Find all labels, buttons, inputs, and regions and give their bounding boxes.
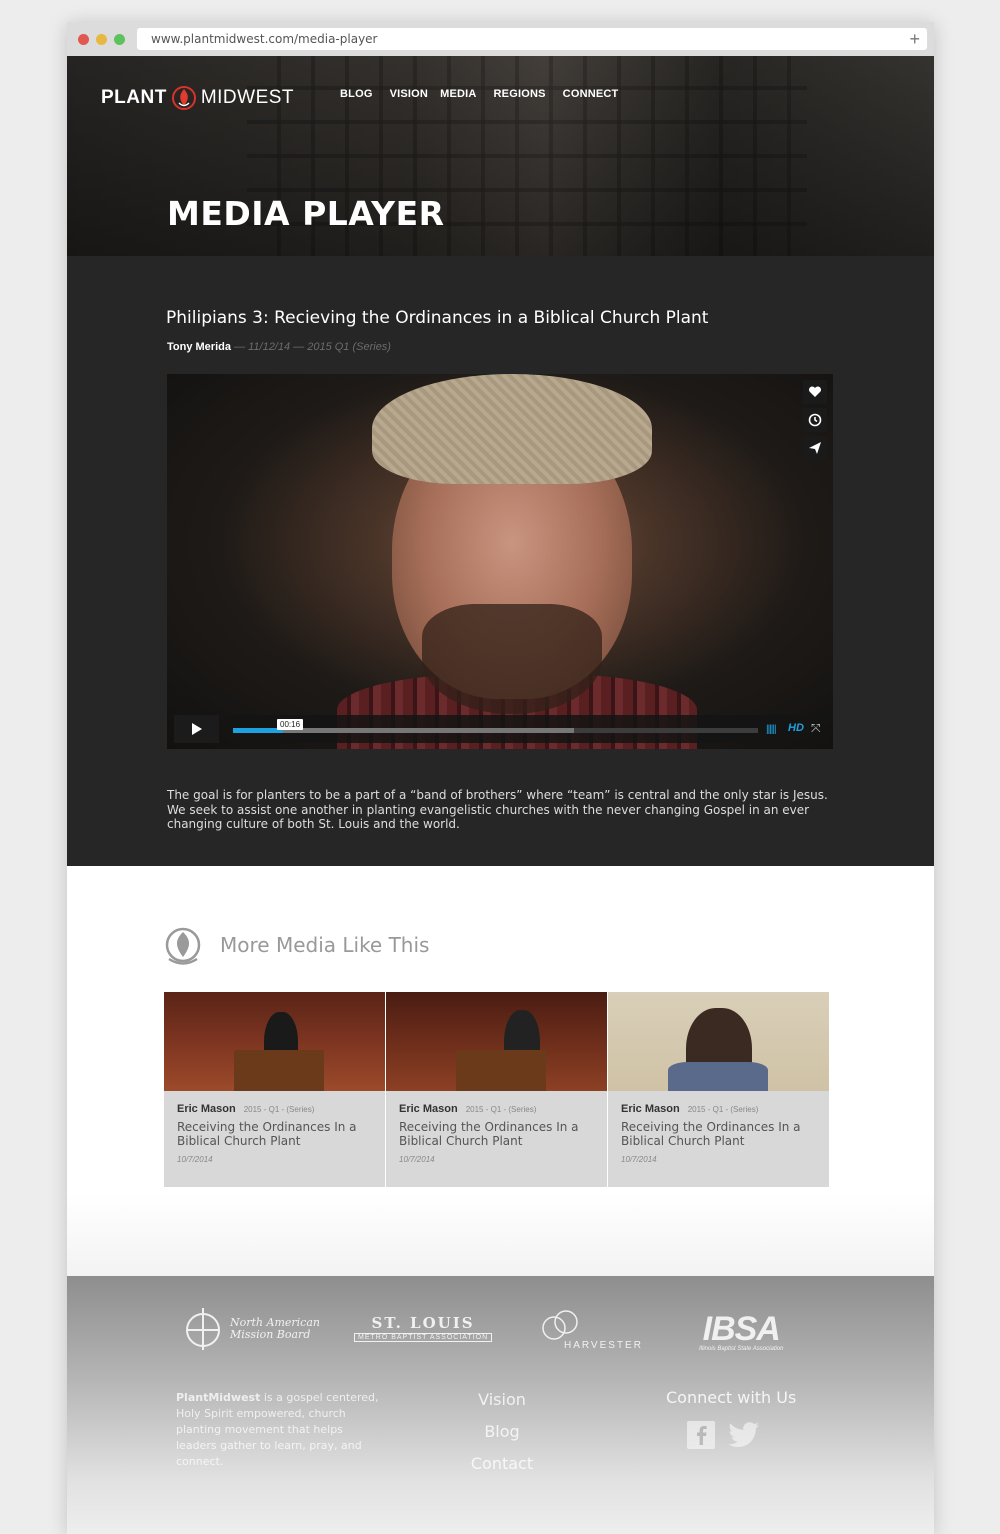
new-tab-button[interactable]: + xyxy=(909,28,920,50)
video-player[interactable]: 00:16 |||||| HD ⤧ xyxy=(167,374,833,749)
page-title: MEDIA PLAYER xyxy=(167,194,445,233)
card-author: Eric Mason xyxy=(621,1103,680,1115)
ibsa-logo[interactable]: IBSA Illinois Baptist State Association xyxy=(699,1310,784,1352)
media-card[interactable]: Eric Mason 2015 - Q1 - (Series) Receiving… xyxy=(608,992,829,1187)
media-meta: Tony Merida — 11/12/14 — 2015 Q1 (Series… xyxy=(167,341,391,353)
social-links xyxy=(687,1421,759,1449)
card-series: 2015 - Q1 - (Series) xyxy=(465,1105,537,1114)
progress-bar xyxy=(233,728,283,733)
watch-later-button[interactable] xyxy=(803,408,827,432)
card-date: 10/7/2014 xyxy=(399,1155,435,1164)
footer-nav: Vision Blog Contact xyxy=(457,1390,547,1486)
like-button[interactable] xyxy=(803,380,827,404)
cross-globe-icon xyxy=(186,1308,220,1350)
hero-banner: PLANT MIDWEST BLOG VISION MEDIA REGIONS … xyxy=(67,56,934,256)
nav-vision[interactable]: VISION xyxy=(390,88,429,100)
share-button[interactable] xyxy=(803,436,827,460)
media-card[interactable]: Eric Mason 2015 - Q1 - (Series) Receiving… xyxy=(164,992,385,1187)
footer-about: PlantMidwest is a gospel centered, Holy … xyxy=(176,1391,379,1468)
media-card-thumbnail[interactable] xyxy=(386,992,607,1091)
video-frame-cap xyxy=(372,374,652,484)
media-cards: Eric Mason 2015 - Q1 - (Series) Receiving… xyxy=(164,992,829,1187)
card-title[interactable]: Receiving the Ordinances In a Biblical C… xyxy=(399,1120,594,1148)
player-controls: 00:16 |||||| HD ⤧ xyxy=(167,715,833,749)
address-bar[interactable]: www.plantmidwest.com/media-player + xyxy=(137,28,927,50)
footer-link-vision[interactable]: Vision xyxy=(457,1390,547,1409)
more-media-heading: More Media Like This xyxy=(220,933,430,957)
time-tooltip: 00:16 xyxy=(277,719,304,730)
namb-logo[interactable]: North American Mission Board xyxy=(182,1306,320,1352)
media-section: Philipians 3: Recieving the Ordinances i… xyxy=(67,256,934,866)
clock-icon xyxy=(808,413,822,427)
paper-plane-icon xyxy=(809,442,821,454)
player-bar: 00:16 |||||| HD ⤧ xyxy=(226,715,826,743)
flame-logo-icon xyxy=(171,86,196,110)
harvester-logo[interactable]: HARVESTER xyxy=(538,1308,641,1353)
stlouis-logo[interactable]: ST. LOUIS METRO BAPTIST ASSOCIATION xyxy=(354,1314,493,1342)
card-date: 10/7/2014 xyxy=(621,1155,657,1164)
site-logo[interactable]: PLANT MIDWEST xyxy=(101,85,294,111)
player-side-actions xyxy=(803,380,827,460)
card-date: 10/7/2014 xyxy=(177,1155,213,1164)
close-window-button[interactable] xyxy=(78,34,89,45)
footer-link-blog[interactable]: Blog xyxy=(457,1422,547,1441)
card-author: Eric Mason xyxy=(177,1103,236,1115)
nav-blog[interactable]: BLOG xyxy=(340,88,373,100)
card-title[interactable]: Receiving the Ordinances In a Biblical C… xyxy=(177,1120,372,1148)
logo-text-midwest: MIDWEST xyxy=(200,87,295,108)
nav-connect[interactable]: CONNECT xyxy=(563,88,619,100)
address-url[interactable]: www.plantmidwest.com/media-player xyxy=(151,32,377,46)
nav-regions[interactable]: REGIONS xyxy=(494,88,546,100)
minimize-window-button[interactable] xyxy=(96,34,107,45)
heart-icon xyxy=(808,386,822,397)
facebook-icon[interactable] xyxy=(687,1421,715,1449)
media-title: Philipians 3: Recieving the Ordinances i… xyxy=(166,308,709,328)
fullscreen-icon[interactable]: ⤧ xyxy=(811,721,821,736)
card-author: Eric Mason xyxy=(399,1103,458,1115)
twitter-icon[interactable] xyxy=(728,1421,759,1449)
card-series: 2015 - Q1 - (Series) xyxy=(687,1105,759,1114)
play-icon xyxy=(191,723,202,735)
media-author[interactable]: Tony Merida xyxy=(167,341,231,353)
main-nav: BLOG VISION MEDIA REGIONS CONNECT xyxy=(340,88,635,100)
card-series: 2015 - Q1 - (Series) xyxy=(243,1105,315,1114)
hd-toggle[interactable]: HD xyxy=(788,722,804,734)
more-media-section: More Media Like This Eric Mason 2015 - Q1… xyxy=(67,866,934,1276)
card-title[interactable]: Receiving the Ordinances In a Biblical C… xyxy=(621,1120,816,1148)
partner-logos: North American Mission Board ST. LOUIS ME… xyxy=(67,1304,934,1364)
footer-brand: PlantMidwest xyxy=(176,1391,261,1404)
connect-heading: Connect with Us xyxy=(666,1388,797,1407)
seek-bar[interactable]: 00:16 xyxy=(233,719,758,733)
media-card[interactable]: Eric Mason 2015 - Q1 - (Series) Receiving… xyxy=(386,992,607,1187)
media-card-thumbnail[interactable] xyxy=(608,992,829,1091)
media-date-series: — 11/12/14 — 2015 Q1 (Series) xyxy=(230,341,391,353)
nav-media[interactable]: MEDIA xyxy=(440,88,476,100)
footer-link-contact[interactable]: Contact xyxy=(457,1454,547,1473)
browser-chrome: www.plantmidwest.com/media-player + xyxy=(67,22,934,56)
flame-emblem-icon xyxy=(165,927,201,965)
play-button[interactable] xyxy=(174,715,219,743)
volume-control[interactable]: |||||| xyxy=(766,724,777,735)
browser-window: www.plantmidwest.com/media-player + PLAN… xyxy=(67,22,934,1534)
maximize-window-button[interactable] xyxy=(114,34,125,45)
site-footer: North American Mission Board ST. LOUIS ME… xyxy=(67,1276,934,1534)
logo-text-plant: PLANT xyxy=(101,87,167,108)
media-description: The goal is for planters to be a part of… xyxy=(167,788,828,831)
media-card-thumbnail[interactable] xyxy=(164,992,385,1091)
